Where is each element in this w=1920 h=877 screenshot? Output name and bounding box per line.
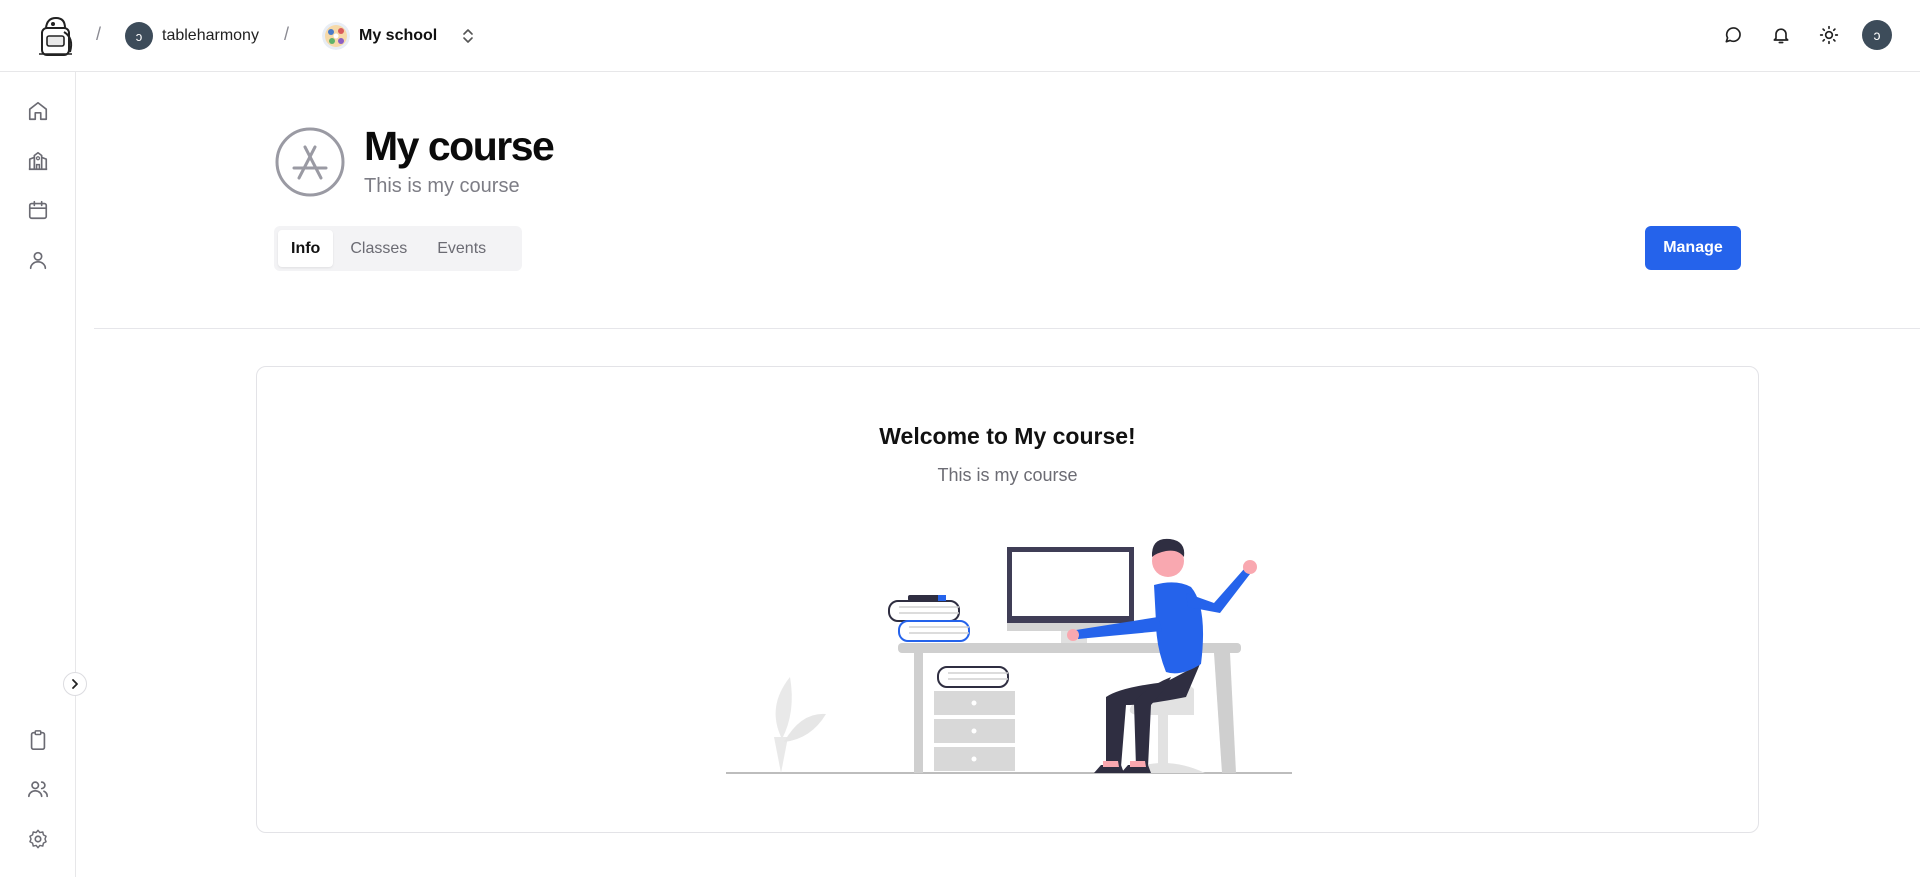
- bell-icon[interactable]: [1766, 20, 1796, 50]
- school-switcher[interactable]: My school: [322, 21, 476, 51]
- header-divider: [94, 328, 1920, 329]
- users-icon[interactable]: [22, 773, 54, 805]
- welcome-card: Welcome to My course! This is my course: [256, 366, 1759, 833]
- breadcrumb-separator: /: [284, 24, 290, 44]
- user-avatar[interactable]: ɔ: [1862, 20, 1892, 50]
- tab-info[interactable]: Info: [278, 230, 334, 267]
- sun-icon[interactable]: [1814, 20, 1844, 50]
- chevron-right-icon[interactable]: [63, 672, 87, 696]
- user-avatar-small: ɔ: [125, 22, 153, 50]
- chat-icon[interactable]: [1718, 20, 1748, 50]
- avatar-initial: ɔ: [1873, 27, 1881, 43]
- breadcrumb-user[interactable]: ɔ tableharmony: [125, 21, 259, 51]
- course-tabs: Info Classes Events: [274, 226, 522, 271]
- course-app-icon: [275, 127, 345, 197]
- breadcrumb-user-name: tableharmony: [162, 27, 259, 44]
- calendar-icon[interactable]: [22, 194, 54, 226]
- chevron-up-down-icon[interactable]: [460, 26, 476, 46]
- person-at-desk-illustration: [726, 527, 1292, 787]
- home-icon[interactable]: [22, 95, 54, 127]
- welcome-subtitle: This is my course: [937, 465, 1078, 485]
- top-bar: / ɔ tableharmony / My school ɔ: [0, 0, 1920, 72]
- school-logo-icon: [322, 22, 350, 50]
- tab-events[interactable]: Events: [424, 230, 499, 267]
- breadcrumb-separator: /: [96, 24, 102, 44]
- page-subtitle: This is my course: [364, 175, 520, 197]
- top-actions: ɔ: [1718, 20, 1892, 50]
- sidebar: [0, 72, 76, 877]
- clipboard-icon[interactable]: [22, 724, 54, 756]
- school-icon[interactable]: [22, 145, 54, 177]
- tab-classes[interactable]: Classes: [337, 230, 420, 267]
- welcome-title: Welcome to My course!: [879, 423, 1136, 449]
- page-title: My course: [364, 123, 555, 169]
- backpack-logo-icon[interactable]: [34, 14, 76, 58]
- manage-button[interactable]: Manage: [1645, 226, 1741, 270]
- user-icon[interactable]: [22, 244, 54, 276]
- school-name: My school: [359, 27, 438, 44]
- avatar-initial: ɔ: [135, 28, 143, 44]
- settings-icon[interactable]: [22, 823, 54, 855]
